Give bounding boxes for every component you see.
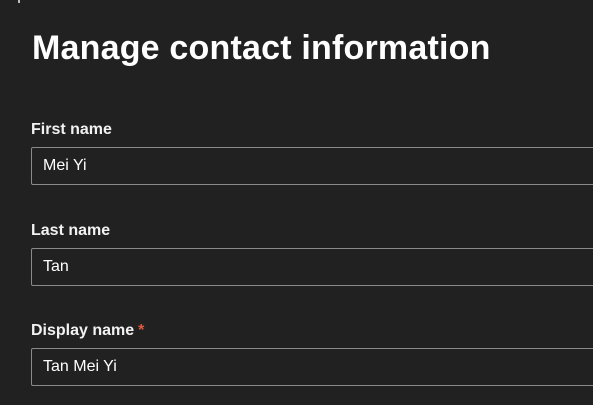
display-name-label: Display name * — [31, 321, 144, 341]
first-name-label-text: First name — [31, 121, 112, 138]
first-name-field[interactable] — [31, 147, 593, 185]
last-name-field[interactable] — [31, 248, 593, 286]
last-name-label-text: Last name — [31, 222, 111, 239]
required-marker: * — [138, 322, 145, 339]
display-name-label-text: Display name — [31, 322, 135, 339]
first-name-label: First name — [31, 120, 112, 140]
panel-edge-mark — [18, 0, 20, 3]
page-title: Manage contact information — [32, 29, 491, 67]
last-name-label: Last name — [31, 221, 110, 241]
display-name-field[interactable] — [31, 348, 593, 386]
contact-info-panel: Manage contact information First name La… — [0, 0, 593, 405]
